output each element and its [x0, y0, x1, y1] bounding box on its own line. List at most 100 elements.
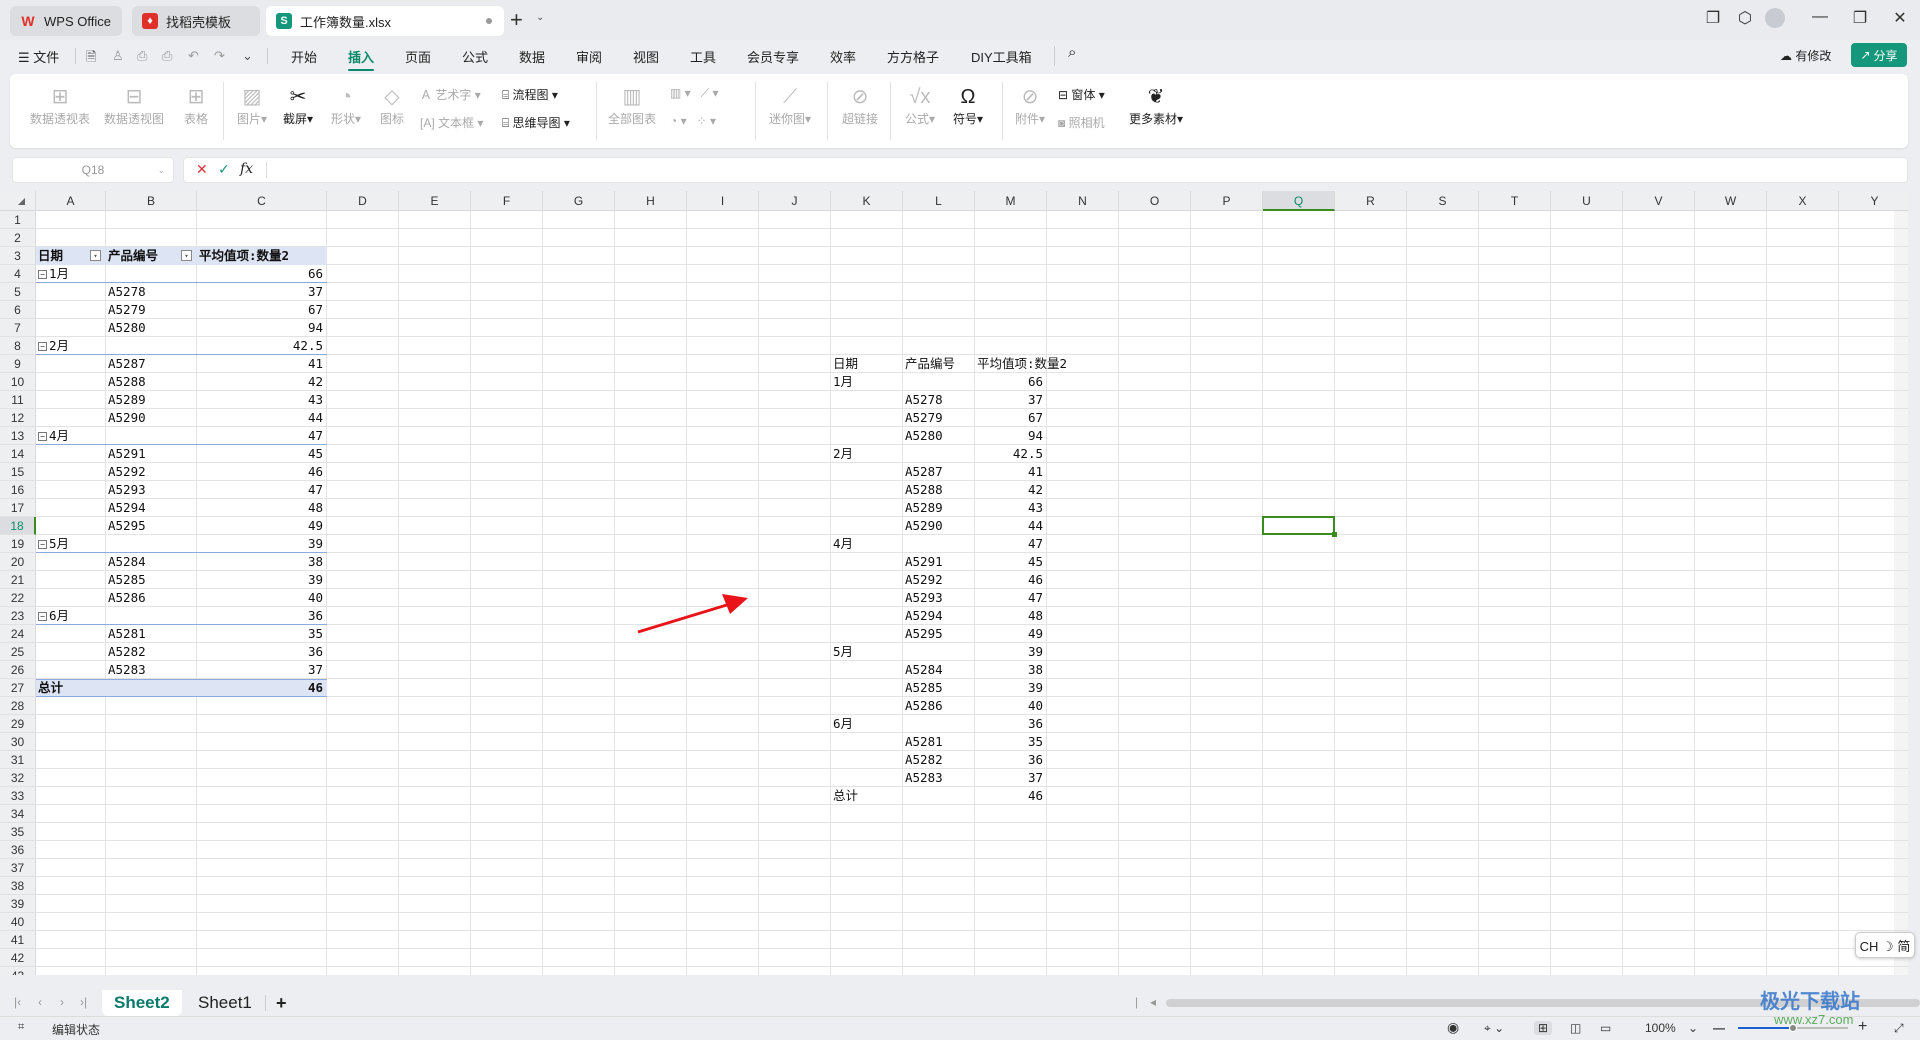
hyperlink-button[interactable]: ⊘ 超链接: [838, 84, 882, 127]
menu-tools[interactable]: 工具: [690, 47, 716, 66]
row-header-29[interactable]: 29: [0, 715, 36, 733]
row-header-7[interactable]: 7: [0, 319, 36, 337]
row-header-12[interactable]: 12: [0, 409, 36, 427]
row-header-2[interactable]: 2: [0, 229, 36, 247]
cube-icon[interactable]: ⬡: [1733, 8, 1757, 28]
pivot-group-value[interactable]: 39: [199, 535, 326, 553]
form-button[interactable]: ⊟ 窗体 ▾: [1058, 86, 1105, 103]
column-header-I[interactable]: I: [687, 191, 759, 211]
row-header-32[interactable]: 32: [0, 769, 36, 787]
zoom-slider[interactable]: [1738, 1024, 1848, 1032]
mindmap-button[interactable]: ⌸ 思维导图 ▾: [502, 114, 570, 131]
flowchart-button[interactable]: ⌸ 流程图 ▾: [502, 86, 558, 103]
pivot-chart-button[interactable]: ⊟ 数据透视图: [102, 84, 166, 127]
copy-item-value[interactable]: 94: [977, 427, 1046, 445]
pivot-group-label[interactable]: −1月: [38, 265, 105, 283]
copy-item-product[interactable]: A5288: [905, 481, 974, 499]
pivot-group-value[interactable]: 47: [199, 427, 326, 445]
row-header-13[interactable]: 13: [0, 427, 36, 445]
copy-group-value[interactable]: 36: [977, 715, 1046, 733]
column-header-O[interactable]: O: [1119, 191, 1191, 211]
name-box[interactable]: Q18 ⌄: [12, 157, 174, 183]
cancel-icon[interactable]: ✕: [196, 161, 208, 178]
copy-group-label[interactable]: 1月: [833, 373, 902, 391]
print-icon[interactable]: ⎙: [137, 48, 147, 64]
copy-item-product[interactable]: A5283: [905, 769, 974, 787]
copy-item-value[interactable]: 38: [977, 661, 1046, 679]
column-header-G[interactable]: G: [543, 191, 615, 211]
row-header-18[interactable]: 18: [0, 517, 36, 535]
pivot-item-value[interactable]: 94: [199, 319, 326, 337]
page-break-view-icon[interactable]: ◫: [1570, 1021, 1581, 1035]
copy-item-value[interactable]: 35: [977, 733, 1046, 751]
column-header-W[interactable]: W: [1695, 191, 1767, 211]
textbox-button[interactable]: [A] 文本框 ▾: [420, 114, 483, 131]
confirm-icon[interactable]: ✓: [218, 161, 230, 178]
menu-efficiency[interactable]: 效率: [830, 47, 856, 66]
copy-item-value[interactable]: 37: [977, 391, 1046, 409]
row-header-33[interactable]: 33: [0, 787, 36, 805]
chevron-down-icon[interactable]: ⌄: [536, 12, 544, 23]
undo-icon[interactable]: ↶: [188, 48, 199, 64]
pivot-item-value[interactable]: 46: [199, 463, 326, 481]
row-header-4[interactable]: 4: [0, 265, 36, 283]
row-header-1[interactable]: 1: [0, 211, 36, 229]
copy-item-value[interactable]: 49: [977, 625, 1046, 643]
copy-item-product[interactable]: A5278: [905, 391, 974, 409]
column-header-P[interactable]: P: [1191, 191, 1263, 211]
copy-group-label[interactable]: 6月: [833, 715, 902, 733]
sheet-tab-sheet2[interactable]: Sheet2: [102, 990, 182, 1016]
pivot-item-value[interactable]: 44: [199, 409, 326, 427]
select-all-button[interactable]: [0, 191, 36, 211]
pivot-item-value[interactable]: 47: [199, 481, 326, 499]
copy-item-value[interactable]: 43: [977, 499, 1046, 517]
icons-button[interactable]: ◇ 图标: [374, 84, 410, 127]
row-header-5[interactable]: 5: [0, 283, 36, 301]
pivot-item-product[interactable]: A5283: [108, 661, 196, 679]
copy-item-product[interactable]: A5287: [905, 463, 974, 481]
row-header-8[interactable]: 8: [0, 337, 36, 355]
filter-dropdown-icon[interactable]: ▾: [181, 250, 192, 261]
column-header-C[interactable]: C: [197, 191, 327, 211]
first-sheet-icon[interactable]: |‹: [14, 995, 21, 1009]
minimize-icon[interactable]: —: [1808, 8, 1832, 26]
row-header-19[interactable]: 19: [0, 535, 36, 553]
pivot-group-label[interactable]: −6月: [38, 607, 105, 625]
copy-item-product[interactable]: A5293: [905, 589, 974, 607]
row-header-23[interactable]: 23: [0, 607, 36, 625]
menu-review[interactable]: 审阅: [576, 47, 602, 66]
row-header-25[interactable]: 25: [0, 643, 36, 661]
row-header-34[interactable]: 34: [0, 805, 36, 823]
close-icon[interactable]: ✕: [1888, 8, 1912, 28]
copy-header-average[interactable]: 平均值项:数量2: [977, 355, 1067, 373]
pivot-group-label[interactable]: −4月: [38, 427, 105, 445]
attachment-button[interactable]: ⊘ 附件▾: [1010, 84, 1050, 127]
restore-icon[interactable]: ❐: [1848, 8, 1872, 28]
fullscreen-icon[interactable]: ⤢: [1894, 1021, 1904, 1036]
pivot-total-value[interactable]: 46: [199, 679, 326, 697]
copy-header-product[interactable]: 产品编号: [905, 355, 974, 373]
add-sheet-button[interactable]: +: [264, 990, 299, 1016]
copy-group-value[interactable]: 42.5: [977, 445, 1046, 463]
pivot-item-product[interactable]: A5291: [108, 445, 196, 463]
collapse-icon[interactable]: −: [38, 432, 47, 441]
symbol-button[interactable]: Ω 符号▾: [948, 84, 988, 127]
chevron-down-icon[interactable]: ⌄: [157, 165, 165, 176]
pivot-header-product[interactable]: 产品编号 ▾: [108, 247, 196, 265]
row-header-39[interactable]: 39: [0, 895, 36, 913]
copy-item-product[interactable]: A5295: [905, 625, 974, 643]
copy-item-value[interactable]: 47: [977, 589, 1046, 607]
pivot-item-product[interactable]: A5279: [108, 301, 196, 319]
copy-item-product[interactable]: A5292: [905, 571, 974, 589]
copy-item-product[interactable]: A5284: [905, 661, 974, 679]
sheet-tab-sheet1[interactable]: Sheet1: [186, 990, 264, 1016]
copy-item-product[interactable]: A5285: [905, 679, 974, 697]
pivot-item-value[interactable]: 42: [199, 373, 326, 391]
pivot-table-button[interactable]: ⊞ 数据透视表: [28, 84, 92, 127]
pivot-header-average[interactable]: 平均值项:数量2: [199, 247, 326, 265]
column-header-D[interactable]: D: [327, 191, 399, 211]
copy-total-label[interactable]: 总计: [833, 787, 902, 805]
pivot-item-value[interactable]: 45: [199, 445, 326, 463]
row-header-11[interactable]: 11: [0, 391, 36, 409]
fx-icon[interactable]: fx: [240, 161, 253, 177]
